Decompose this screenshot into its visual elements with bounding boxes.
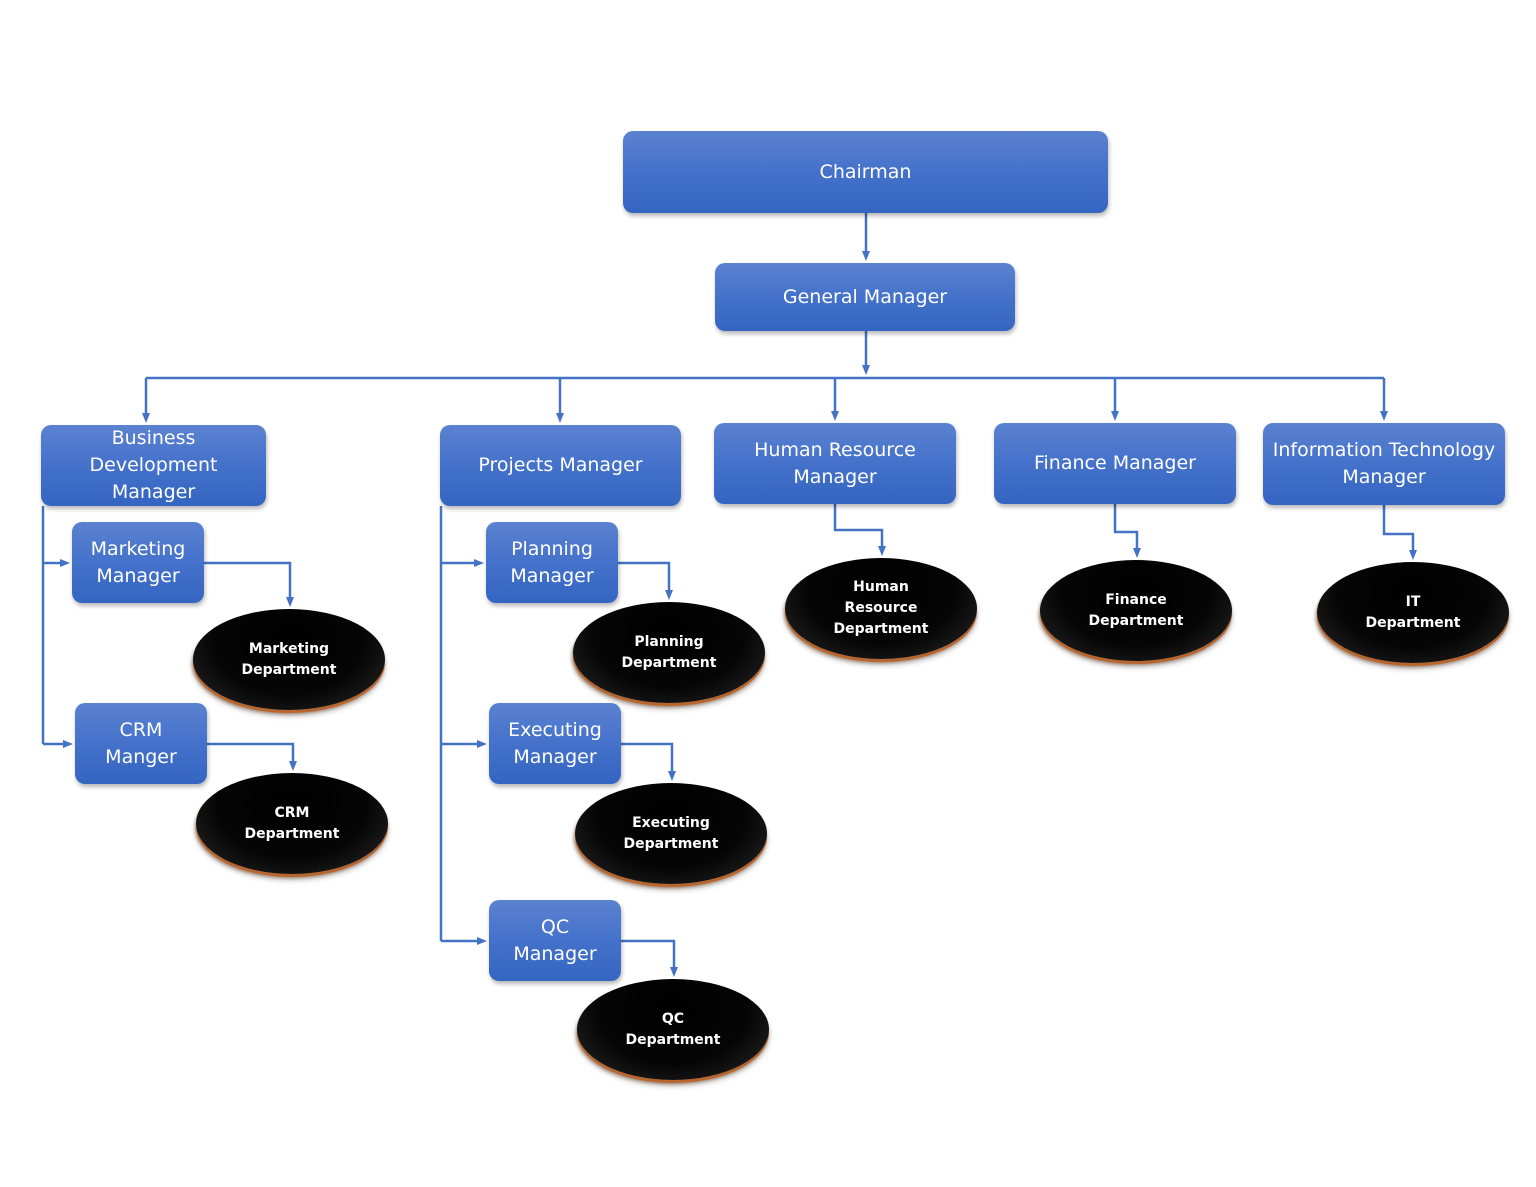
dept-executing[interactable]: Executing Department bbox=[575, 783, 767, 884]
dept-marketing[interactable]: Marketing Department bbox=[193, 609, 385, 710]
node-qc-manager[interactable]: QC Manager bbox=[489, 900, 621, 981]
dept-planning[interactable]: Planning Department bbox=[573, 602, 765, 703]
dept-qc[interactable]: QC Department bbox=[577, 979, 769, 1080]
node-crm-manager[interactable]: CRM Manger bbox=[75, 703, 207, 784]
dept-finance[interactable]: Finance Department bbox=[1040, 560, 1232, 661]
node-it-manager[interactable]: Information Technology Manager bbox=[1263, 423, 1505, 505]
node-finance-manager[interactable]: Finance Manager bbox=[994, 423, 1236, 504]
node-human-resource-manager[interactable]: Human Resource Manager bbox=[714, 423, 956, 504]
node-planning-manager[interactable]: Planning Manager bbox=[486, 522, 618, 603]
dept-crm[interactable]: CRM Department bbox=[196, 773, 388, 874]
edge-finance-dept bbox=[1113, 504, 1141, 558]
edge-it-dept bbox=[1382, 505, 1417, 560]
edge-planning-dept bbox=[618, 561, 673, 600]
edge-crm-dept bbox=[207, 742, 297, 771]
node-marketing-manager[interactable]: Marketing Manager bbox=[72, 522, 204, 603]
edge-hr-dept bbox=[833, 504, 886, 556]
edge-marketing-dept bbox=[204, 561, 294, 607]
dept-it[interactable]: IT Department bbox=[1317, 562, 1509, 663]
node-projects-manager[interactable]: Projects Manager bbox=[440, 425, 681, 506]
node-chairman[interactable]: Chairman bbox=[623, 131, 1108, 213]
edge-executing-dept bbox=[621, 742, 676, 781]
node-general-manager[interactable]: General Manager bbox=[715, 263, 1015, 331]
node-business-development-manager[interactable]: Business Development Manager bbox=[41, 425, 266, 506]
node-executing-manager[interactable]: Executing Manager bbox=[489, 703, 621, 784]
edge-qc-dept bbox=[621, 939, 678, 977]
dept-human-resource[interactable]: Human Resource Department bbox=[785, 558, 977, 659]
